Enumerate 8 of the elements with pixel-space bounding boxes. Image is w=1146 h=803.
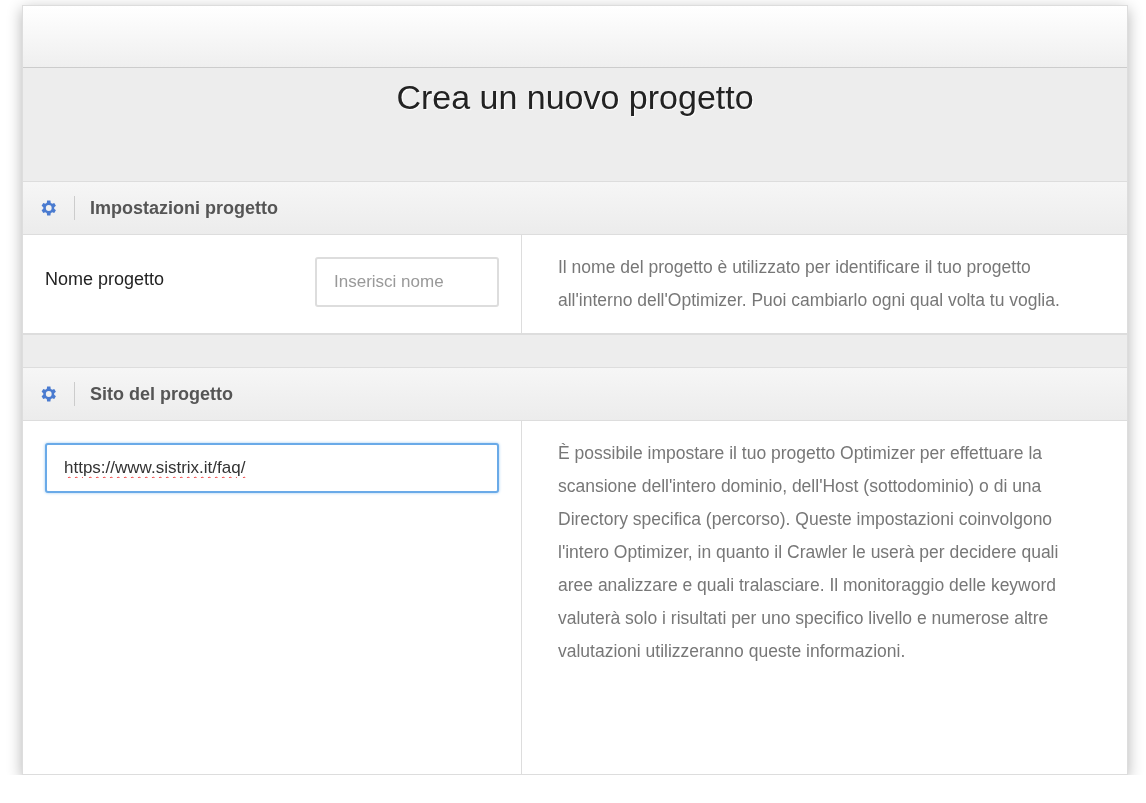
- section-description: È possibile impostare il tuo progetto Optimizer per effettuare la scansione dell'intero dominio, dell'Host (sottodominio) o di una Directory specifica (percorso). Queste impostazioni coinvolgono l'intero Optimizer, in quanto il Crawler le userà per decidere quali aree analizzare e quali tralasciare. Il monitoraggio delle keyword valuterà solo i risultati per uno specifico livello e numerose altre valutazioni utilizzeranno queste informazioni.: [557, 442, 1060, 663]
- field-label: Nome progetto: [45, 268, 166, 290]
- section-title: Impostazioni progetto: [90, 197, 278, 219]
- page-title: Crea un nuovo progetto: [396, 78, 754, 118]
- url-input-field[interactable]: https://www.sistrix.it/faq/: [45, 443, 499, 493]
- section-description: Il nome del progetto è utilizzato per identificare il tuo progetto all'interno dell'Optimizer. Puoi cambiarlo ogni qual volta tu voglia.: [557, 256, 1061, 312]
- section-title: Sito del progetto: [90, 383, 233, 405]
- name-input-field[interactable]: Inserisci nome: [315, 257, 499, 307]
